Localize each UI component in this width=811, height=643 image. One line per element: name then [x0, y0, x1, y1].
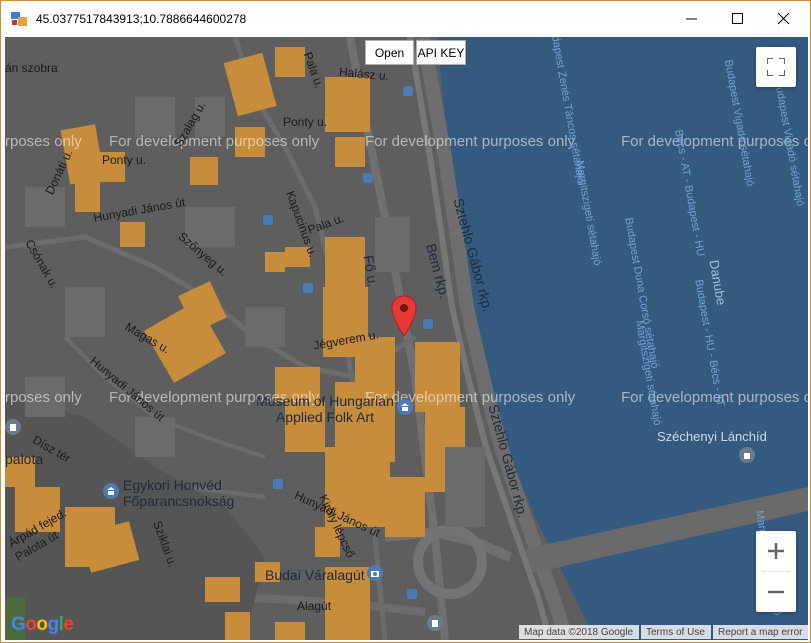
landmark-icon[interactable] — [739, 447, 755, 463]
landmark-icon[interactable] — [5, 419, 21, 435]
watermark: For development purposes only — [365, 133, 576, 150]
close-button[interactable] — [761, 1, 807, 37]
poi-label: Egykori Honvéd Főparancsnokság — [123, 477, 235, 509]
app-window: 45.0377517843913;10.7886644600278 rposes… — [0, 0, 811, 643]
map-label: Alagút — [297, 599, 332, 613]
watermark: For development purposes only — [109, 133, 320, 150]
open-button[interactable]: Open — [365, 40, 414, 65]
watermark-partial: rposes only — [5, 389, 82, 406]
zoom-in-button[interactable] — [756, 531, 796, 571]
plus-icon — [768, 543, 784, 559]
museum-icon[interactable] — [103, 483, 119, 499]
minimize-button[interactable] — [669, 1, 715, 37]
bus-stop-icon[interactable] — [407, 589, 417, 599]
map-label: palota — [5, 451, 44, 467]
poi-label: Széchenyi Lánchíd — [657, 429, 767, 444]
bus-stop-icon[interactable] — [273, 479, 283, 489]
map-base-layer — [5, 37, 808, 640]
bus-stop-icon[interactable] — [363, 173, 373, 183]
fullscreen-icon — [767, 58, 785, 76]
map-marker-icon[interactable] — [391, 295, 417, 337]
google-logo[interactable]: Google — [11, 614, 74, 636]
zoom-control — [756, 531, 796, 612]
map-view[interactable]: rposes only For development purposes onl… — [5, 37, 808, 640]
fullscreen-button[interactable] — [756, 47, 796, 87]
attraction-icon[interactable] — [367, 565, 383, 581]
terms-link[interactable]: Terms of Use — [641, 625, 711, 639]
map-label: Ponty u. — [102, 153, 147, 167]
map-label: Ponty u. — [283, 115, 328, 129]
api-key-button[interactable]: API KEY — [416, 40, 466, 65]
window-title: 45.0377517843913;10.7886644600278 — [36, 12, 247, 26]
map-data-attribution: Map data ©2018 Google — [519, 625, 639, 639]
bus-stop-icon[interactable] — [423, 319, 433, 329]
maximize-button[interactable] — [715, 1, 761, 37]
watermark-partial: rposes only — [5, 133, 82, 150]
report-error-link[interactable]: Report a map error — [713, 625, 808, 639]
minus-icon — [768, 590, 784, 594]
landmark-icon[interactable] — [427, 615, 443, 631]
app-icon — [11, 12, 27, 26]
museum-icon[interactable] — [397, 399, 413, 415]
poi-label: Budai Váralagút — [265, 567, 365, 583]
watermark: For development purposes only — [621, 133, 808, 150]
bus-stop-icon[interactable] — [403, 86, 413, 96]
zoom-out-button[interactable] — [756, 572, 796, 612]
bus-stop-icon[interactable] — [303, 283, 313, 293]
map-label: án szobra — [5, 61, 58, 75]
poi-label: Museum of Hungarian Applied Folk Art — [256, 393, 394, 425]
bus-stop-icon[interactable] — [263, 215, 273, 225]
title-bar: 45.0377517843913;10.7886644600278 — [1, 1, 810, 37]
